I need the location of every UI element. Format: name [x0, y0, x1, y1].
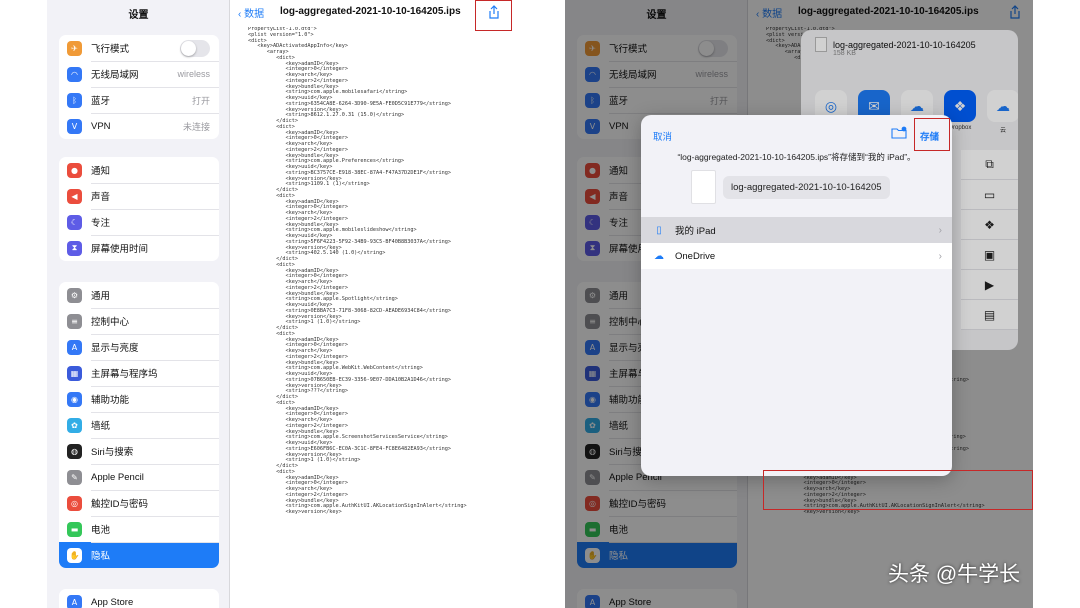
bluetooth-icon: ᛒ: [67, 92, 82, 108]
siri-icon: ◍: [67, 443, 82, 459]
settings-group-general: ⚙ 通用 ≡ 控制中心 A 显示与亮度 ▦ 主屏幕与程序坞 ◉ 辅助功能 ✿ 墙纸 ◍ Siri与搜索 ✎ A…: [59, 282, 219, 568]
cancel-button[interactable]: 取消: [653, 129, 672, 143]
settings-row-value: 未连接: [182, 121, 210, 132]
watermark: 头条 @牛学长: [888, 563, 1021, 586]
pencil-icon: ✎: [67, 469, 82, 485]
right-screenshot: 设置 ✈飞行模式◠无线局域网wirelessᛒ蓝牙打开VVPN未连接 ●通知◀声…: [565, 0, 1033, 608]
settings-row-gear[interactable]: ⚙ 通用: [59, 282, 219, 308]
log-line: <key>version</key>: [248, 509, 342, 515]
share-button-highlight: [475, 0, 512, 31]
left-screenshot: 设置 ✈ 飞行模式 ◠ 无线局域网 wireless ᛒ 蓝牙 打开 V VPN 未连接 ● 通知 ◀ 声…: [47, 0, 512, 608]
settings-row-label: App Store: [91, 596, 134, 608]
file-name-field[interactable]: log-aggregated-2021-10-10-164205: [723, 175, 890, 199]
settings-row-bluetooth[interactable]: ᛒ 蓝牙 打开: [59, 87, 219, 113]
settings-row-label: Apple Pencil: [91, 471, 144, 483]
settings-row-label: 显示与亮度: [91, 343, 139, 354]
settings-row-hand[interactable]: ✋ 隐私: [59, 542, 219, 568]
new-folder-button[interactable]: [891, 126, 907, 144]
save-file-preview: log-aggregated-2021-10-10-164205: [691, 170, 890, 204]
settings-row-control-center[interactable]: ≡ 控制中心: [59, 308, 219, 334]
gear-icon: ⚙: [67, 287, 82, 303]
settings-row-label: 专注: [91, 218, 111, 229]
settings-row-home-screen[interactable]: ▦ 主屏幕与程序坞: [59, 360, 219, 386]
airplane-mode-toggle[interactable]: [180, 39, 210, 57]
settings-row-moon[interactable]: ☾ 专注: [59, 209, 219, 235]
settings-row-label: 声音: [91, 192, 111, 203]
save-location-list: ▯ 我的 iPad › ☁ OneDrive ›: [641, 217, 952, 269]
log-content: PropertyList-1.0.dtd"> <plist version="1.…: [248, 27, 506, 607]
wifi-icon: ◠: [67, 66, 82, 82]
vpn-icon: V: [67, 118, 82, 134]
settings-row-label: 触控ID与密码: [91, 499, 149, 510]
speaker-icon: ◀: [67, 188, 82, 204]
back-label: 数据: [244, 9, 265, 20]
settings-title: 设置: [128, 10, 149, 21]
save-location-ipad[interactable]: ▯ 我的 iPad ›: [641, 217, 952, 243]
file-thumbnail-icon: [691, 170, 716, 204]
settings-group-notifications: ● 通知 ◀ 声音 ☾ 专注 ⧗ 屏幕使用时间: [59, 157, 219, 261]
settings-row-label: 墙纸: [91, 421, 111, 432]
airplane-icon: ✈: [67, 40, 82, 56]
settings-row-label: 控制中心: [91, 317, 130, 328]
settings-row-vpn[interactable]: V VPN 未连接: [59, 113, 219, 139]
settings-row-fingerprint[interactable]: ◎ 触控ID与密码: [59, 490, 219, 516]
settings-row-label: Siri与搜索: [91, 447, 134, 458]
onedrive-cloud-icon: ☁: [654, 250, 664, 262]
moon-icon: ☾: [67, 214, 82, 230]
log-detail-pane: ‹ 数据 log-aggregated-2021-10-10-164205.ip…: [230, 0, 512, 608]
settings-row-value: 打开: [191, 95, 210, 106]
settings-row-label: 隐私: [91, 551, 111, 562]
save-button-highlight: [914, 118, 950, 151]
settings-row-label: 屏幕使用时间: [91, 244, 149, 255]
settings-row-wifi[interactable]: ◠ 无线局域网 wireless: [59, 61, 219, 87]
save-destination-message: “log-aggregated-2021-10-10-164205.ips”将存…: [677, 152, 916, 162]
settings-row-label: 辅助功能: [91, 395, 130, 406]
save-to-files-dialog: 取消 存储 “log-aggregated-2021-10-10-164205.…: [641, 115, 952, 476]
settings-row-wallpaper[interactable]: ✿ 墙纸: [59, 412, 219, 438]
ipad-icon: ▯: [656, 224, 662, 236]
accessibility-icon: ◉: [67, 391, 82, 407]
save-location-label: 我的 iPad: [675, 226, 716, 237]
battery-icon: ▬: [67, 521, 82, 537]
settings-row-label: VPN: [91, 120, 111, 132]
settings-row-label: 电池: [91, 525, 111, 536]
settings-row-label: 无线局域网: [91, 70, 139, 81]
settings-row-brightness[interactable]: A 显示与亮度: [59, 334, 219, 360]
settings-row-app-store[interactable]: A App Store: [59, 589, 219, 608]
save-location-onedrive-cloud[interactable]: ☁ OneDrive ›: [641, 243, 952, 269]
settings-row-accessibility[interactable]: ◉ 辅助功能: [59, 386, 219, 412]
settings-row-pencil[interactable]: ✎ Apple Pencil: [59, 464, 219, 490]
settings-row-battery[interactable]: ▬ 电池: [59, 516, 219, 542]
settings-row-value: wireless: [177, 69, 210, 79]
settings-sidebar: 设置 ✈ 飞行模式 ◠ 无线局域网 wireless ᛒ 蓝牙 打开 V VPN 未连接 ● 通知 ◀ 声…: [47, 0, 230, 608]
settings-group-connectivity: ✈ 飞行模式 ◠ 无线局域网 wireless ᛒ 蓝牙 打开 V VPN 未连接: [59, 35, 219, 139]
brightness-icon: A: [67, 339, 82, 355]
app-store-icon: A: [67, 594, 82, 608]
settings-row-label: 主屏幕与程序坞: [91, 369, 158, 380]
fingerprint-icon: ◎: [67, 495, 82, 511]
settings-row-hourglass[interactable]: ⧗ 屏幕使用时间: [59, 235, 219, 261]
new-folder-icon: [891, 126, 907, 139]
settings-row-speaker[interactable]: ◀ 声音: [59, 183, 219, 209]
log-file-title: log-aggregated-2021-10-10-164205.ips: [280, 6, 461, 17]
hand-icon: ✋: [67, 547, 82, 563]
control-center-icon: ≡: [67, 313, 82, 329]
home-screen-icon: ▦: [67, 365, 82, 381]
settings-row-label: 通知: [91, 166, 111, 177]
chevron-right-icon: ›: [938, 250, 942, 262]
settings-row-label: 蓝牙: [91, 96, 111, 107]
settings-row-bell[interactable]: ● 通知: [59, 157, 219, 183]
settings-row-label: 通用: [91, 291, 111, 302]
save-location-label: OneDrive: [675, 250, 716, 262]
settings-group-apps: A App Store: [59, 589, 219, 608]
bell-icon: ●: [67, 162, 82, 178]
chevron-right-icon: ›: [938, 224, 942, 236]
back-button[interactable]: ‹ 数据: [238, 5, 264, 20]
wallpaper-icon: ✿: [67, 417, 82, 433]
settings-row-siri[interactable]: ◍ Siri与搜索: [59, 438, 219, 464]
log-entry-highlight: [763, 470, 1033, 510]
hourglass-icon: ⧗: [67, 240, 82, 256]
settings-row-label: 飞行模式: [91, 44, 130, 55]
settings-row-airplane[interactable]: ✈ 飞行模式: [59, 35, 219, 61]
